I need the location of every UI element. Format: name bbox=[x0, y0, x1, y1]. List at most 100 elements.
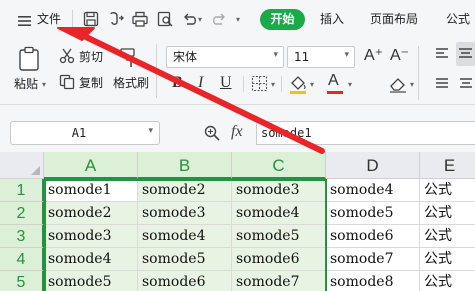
undo-icon[interactable] bbox=[181, 10, 199, 28]
font-color-icon[interactable]: A bbox=[326, 72, 344, 94]
ribbon-divider bbox=[281, 76, 282, 92]
row-header-3[interactable]: 3 bbox=[0, 225, 44, 248]
fill-color-dropdown-icon[interactable]: ▾ bbox=[310, 80, 314, 89]
chevron-down-icon: ▾ bbox=[148, 126, 153, 136]
cell-d1[interactable]: somode4 bbox=[326, 179, 420, 202]
export-icon[interactable] bbox=[107, 10, 125, 28]
format-painter-icon bbox=[118, 47, 140, 69]
cell-e2[interactable]: 公式 bbox=[420, 202, 475, 225]
font-name-select[interactable]: 宋体 ▾ bbox=[166, 46, 284, 68]
cell-c4[interactable]: somode6 bbox=[232, 248, 326, 271]
font-size-select[interactable]: 11 ▾ bbox=[287, 46, 355, 68]
clear-format-dropdown-icon[interactable]: ▾ bbox=[410, 80, 414, 89]
column-header-a[interactable]: A bbox=[44, 152, 138, 179]
ribbon-divider bbox=[156, 44, 157, 98]
ribbon-divider bbox=[243, 76, 244, 92]
tab-formula[interactable]: 公式 bbox=[446, 12, 470, 26]
cell-a4[interactable]: somode4 bbox=[44, 248, 138, 271]
paste-icon bbox=[18, 46, 42, 72]
print-icon[interactable] bbox=[131, 10, 149, 28]
row-header-5[interactable]: 5 bbox=[0, 271, 44, 291]
cell-c1[interactable]: somode3 bbox=[232, 179, 326, 202]
column-header-d[interactable]: D bbox=[326, 152, 420, 179]
tab-start[interactable]: 开始 bbox=[260, 9, 305, 30]
cell-b5[interactable]: somode6 bbox=[138, 271, 232, 291]
cell-a5[interactable]: somode5 bbox=[44, 271, 138, 291]
select-all-corner[interactable] bbox=[0, 152, 44, 179]
file-menu-button[interactable]: 文件 bbox=[14, 10, 66, 28]
cell-b4[interactable]: somode5 bbox=[138, 248, 232, 271]
name-box[interactable]: A1 ▾ bbox=[10, 121, 160, 145]
shrink-font-button[interactable]: A⁻ bbox=[390, 47, 409, 65]
scissors-icon bbox=[59, 48, 75, 64]
redo-icon[interactable] bbox=[210, 10, 228, 28]
more-icon[interactable]: ▾ bbox=[236, 15, 240, 24]
spreadsheet-grid: A B C D E 1 somode1 somode2 somode3 somode4 公式 2 som… bbox=[0, 152, 475, 291]
align-center-icon[interactable] bbox=[456, 42, 475, 66]
cell-d2[interactable]: somode5 bbox=[326, 202, 420, 225]
ribbon-toolbar: 粘贴 ▾ 剪切 复制 格式刷 宋体 ▾ 11 ▾ A⁺ A⁻ B I U ▾ ▾… bbox=[0, 38, 475, 105]
hamburger-icon bbox=[18, 12, 31, 26]
font-size-value: 11 bbox=[294, 50, 310, 64]
copy-button[interactable]: 复制 bbox=[79, 76, 103, 90]
font-color-glyph: A bbox=[328, 72, 339, 89]
ribbon-divider bbox=[418, 46, 419, 100]
column-header-b[interactable]: B bbox=[138, 152, 232, 179]
cut-button[interactable]: 剪切 bbox=[79, 50, 103, 64]
menu-bar: 文件 ▾ ▾ 开始 插入 页面布局 公式 bbox=[0, 0, 475, 38]
align-left-icon[interactable] bbox=[434, 46, 450, 62]
clear-format-icon[interactable] bbox=[388, 74, 408, 94]
chevron-down-icon: ▾ bbox=[344, 50, 349, 60]
grow-font-button[interactable]: A⁺ bbox=[364, 47, 383, 65]
borders-icon[interactable] bbox=[251, 75, 268, 92]
column-header-c[interactable]: C bbox=[232, 152, 326, 179]
underline-button[interactable]: U bbox=[220, 74, 232, 92]
cell-b1[interactable]: somode2 bbox=[138, 179, 232, 202]
cell-a3[interactable]: somode3 bbox=[44, 225, 138, 248]
cell-c3[interactable]: somode5 bbox=[232, 225, 326, 248]
cell-e1[interactable]: 公式 bbox=[420, 179, 475, 202]
fx-button[interactable]: fx bbox=[231, 123, 243, 141]
align-bottom-left-icon[interactable] bbox=[434, 76, 450, 92]
font-color-swatch bbox=[327, 91, 343, 94]
print-preview-icon[interactable] bbox=[156, 10, 174, 28]
italic-button[interactable]: I bbox=[198, 74, 203, 92]
paste-dropdown-icon[interactable]: ▾ bbox=[42, 80, 46, 89]
cell-e4[interactable]: 公式 bbox=[420, 248, 475, 271]
cell-d4[interactable]: somode7 bbox=[326, 248, 420, 271]
cell-d5[interactable]: somode8 bbox=[326, 271, 420, 291]
cell-a2[interactable]: somode2 bbox=[44, 202, 138, 225]
formula-value: somode1 bbox=[261, 126, 312, 140]
tab-insert[interactable]: 插入 bbox=[320, 12, 344, 26]
chevron-down-icon: ▾ bbox=[273, 50, 278, 60]
row-header-2[interactable]: 2 bbox=[0, 202, 44, 225]
cell-d3[interactable]: somode6 bbox=[326, 225, 420, 248]
cell-a1[interactable]: somode1 bbox=[44, 179, 138, 202]
column-header-e[interactable]: E bbox=[420, 152, 475, 179]
cell-b3[interactable]: somode4 bbox=[138, 225, 232, 248]
paste-button[interactable]: 粘贴 ▾ bbox=[10, 44, 50, 96]
bold-button[interactable]: B bbox=[172, 74, 183, 92]
fill-color-icon[interactable] bbox=[288, 74, 308, 94]
format-painter-button[interactable]: 格式刷 bbox=[113, 76, 149, 90]
font-name-value: 宋体 bbox=[173, 50, 198, 64]
save-icon[interactable] bbox=[82, 10, 100, 28]
menubar-divider bbox=[72, 10, 73, 28]
name-box-value: A1 bbox=[71, 126, 87, 140]
font-color-dropdown-icon[interactable]: ▾ bbox=[348, 80, 352, 89]
zoom-search-icon[interactable] bbox=[203, 124, 221, 142]
cell-e3[interactable]: 公式 bbox=[420, 225, 475, 248]
cell-c5[interactable]: somode7 bbox=[232, 271, 326, 291]
formula-input[interactable]: somode1 bbox=[256, 121, 475, 145]
cell-c2[interactable]: somode4 bbox=[232, 202, 326, 225]
formula-bar: A1 ▾ fx somode1 bbox=[0, 105, 475, 152]
tab-page-layout[interactable]: 页面布局 bbox=[370, 12, 418, 26]
borders-dropdown-icon[interactable]: ▾ bbox=[271, 80, 275, 89]
align-bottom-center-icon[interactable] bbox=[458, 76, 474, 92]
row-header-4[interactable]: 4 bbox=[0, 248, 44, 271]
copy-icon bbox=[59, 74, 75, 90]
undo-dropdown-icon[interactable]: ▾ bbox=[198, 15, 202, 24]
row-header-1[interactable]: 1 bbox=[0, 179, 44, 202]
cell-b2[interactable]: somode3 bbox=[138, 202, 232, 225]
cell-e5[interactable]: 公式 bbox=[420, 271, 475, 291]
